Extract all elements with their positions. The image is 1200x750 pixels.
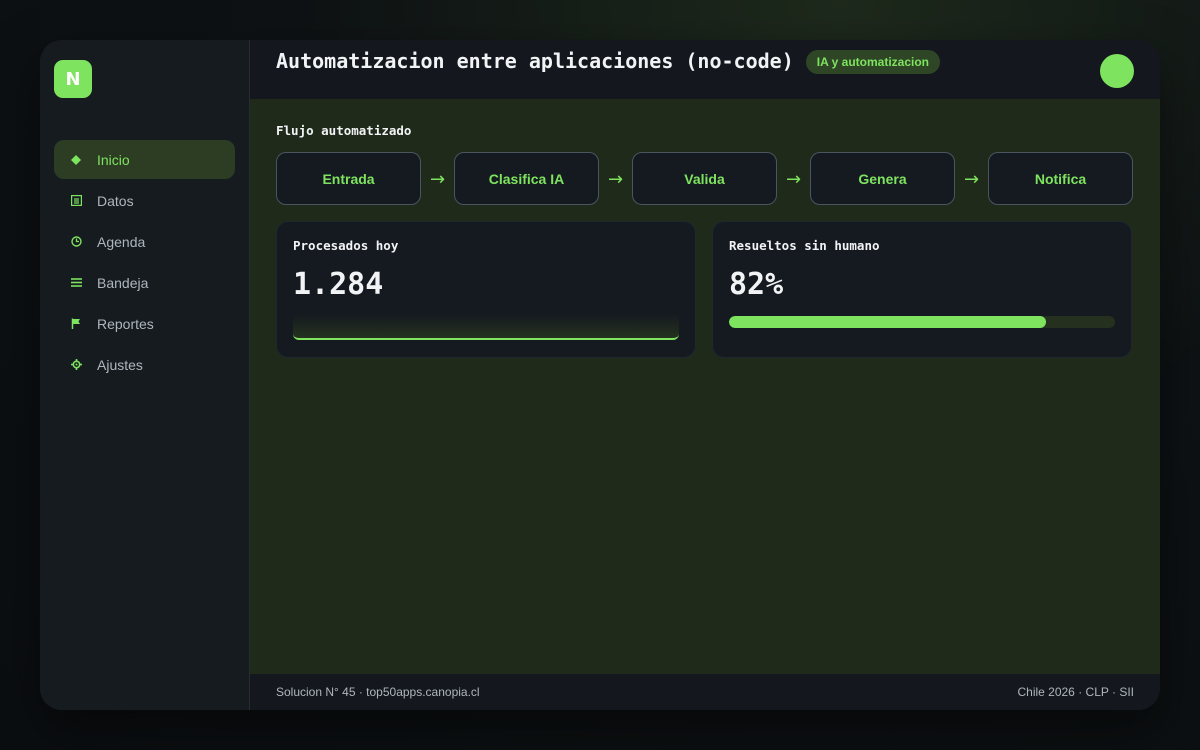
- topbar: Automatizacion entre aplicaciones (no-co…: [250, 40, 1160, 99]
- stats-cards: Procesados hoy 1.284 Resueltos sin human…: [276, 221, 1134, 358]
- footer: Solucion N° 45 · top50apps.canopia.cl Ch…: [250, 674, 1160, 710]
- flow-step-clasifica-ia[interactable]: Clasifica IA: [454, 152, 599, 205]
- progress-bar-fill: [729, 316, 1046, 328]
- content-area: Flujo automatizado Entrada → Clasifica I…: [250, 99, 1160, 674]
- sparkline: [293, 314, 679, 340]
- sidebar-item-label: Bandeja: [97, 274, 149, 291]
- arrow-right-icon: →: [607, 169, 624, 190]
- document-icon: [70, 195, 82, 207]
- stat-label: Procesados hoy: [293, 238, 399, 253]
- sidebar-item-datos[interactable]: Datos: [54, 181, 235, 220]
- sidebar-item-label: Inicio: [97, 151, 130, 168]
- flow-step-entrada[interactable]: Entrada: [276, 152, 421, 205]
- stat-label: Resueltos sin humano: [729, 238, 880, 253]
- avatar[interactable]: [1100, 54, 1134, 88]
- diamond-icon: [70, 154, 82, 166]
- sidebar-item-inicio[interactable]: Inicio: [54, 140, 235, 179]
- sidebar-item-label: Datos: [97, 192, 134, 209]
- page-title: Automatizacion entre aplicaciones (no-co…: [276, 48, 794, 73]
- stat-card-resueltos: Resueltos sin humano 82%: [712, 221, 1132, 358]
- flow-step-genera[interactable]: Genera: [810, 152, 955, 205]
- arrow-right-icon: →: [429, 169, 446, 190]
- footer-right-text: Chile 2026 · CLP · SII: [1017, 685, 1134, 699]
- sidebar-item-agenda[interactable]: Agenda: [54, 222, 235, 261]
- progress-bar: [729, 316, 1115, 328]
- stat-value: 82%: [729, 267, 784, 302]
- flow-step-valida[interactable]: Valida: [632, 152, 777, 205]
- sidebar-item-bandeja[interactable]: Bandeja: [54, 263, 235, 302]
- stat-value: 1.284: [293, 267, 384, 302]
- flow-step-notifica[interactable]: Notifica: [988, 152, 1133, 205]
- sidebar-item-label: Agenda: [97, 233, 146, 250]
- sidebar-item-reportes[interactable]: Reportes: [54, 304, 235, 343]
- sidebar-item-label: Reportes: [97, 315, 154, 332]
- app-logo[interactable]: N: [54, 60, 92, 98]
- footer-left-text: Solucion N° 45 · top50apps.canopia.cl: [276, 685, 480, 699]
- flow-title: Flujo automatizado: [276, 123, 412, 138]
- list-icon: [70, 277, 82, 289]
- stat-card-procesados: Procesados hoy 1.284: [276, 221, 696, 358]
- sidebar: N Inicio Datos Agenda Bandeja Reportes A…: [40, 40, 250, 710]
- flow-steps: Entrada → Clasifica IA → Valida → Genera…: [276, 152, 1134, 205]
- gear-icon: [70, 359, 82, 371]
- arrow-right-icon: →: [785, 169, 802, 190]
- app-window: N Inicio Datos Agenda Bandeja Reportes A…: [40, 40, 1160, 710]
- arrow-right-icon: →: [963, 169, 980, 190]
- sidebar-nav: Inicio Datos Agenda Bandeja Reportes Aju…: [54, 140, 235, 384]
- main-panel: Automatizacion entre aplicaciones (no-co…: [250, 40, 1160, 710]
- clock-icon: [70, 236, 82, 248]
- sidebar-item-ajustes[interactable]: Ajustes: [54, 345, 235, 384]
- category-badge: IA y automatizacion: [805, 49, 941, 74]
- flag-icon: [70, 318, 82, 330]
- sidebar-item-label: Ajustes: [97, 356, 143, 373]
